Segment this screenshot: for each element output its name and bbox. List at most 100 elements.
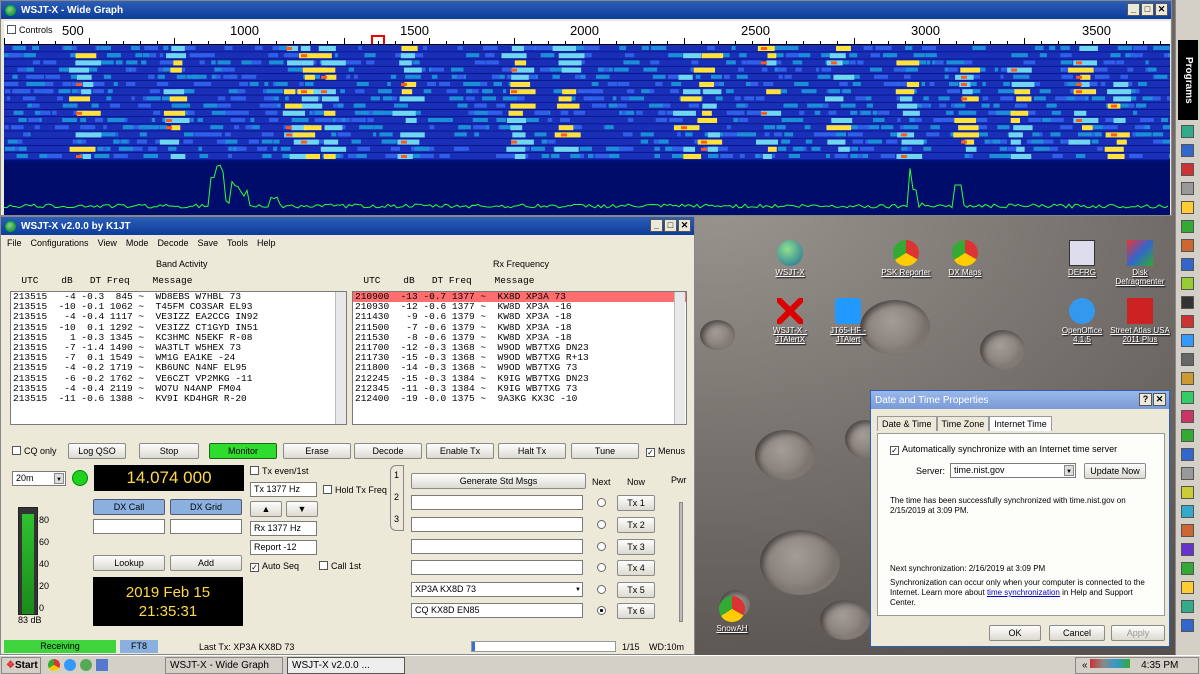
waterfall[interactable] xyxy=(4,45,1170,215)
update-now-button[interactable]: Update Now xyxy=(1084,463,1146,479)
band-select[interactable]: 20m ▼ xyxy=(12,471,66,486)
maximize-button[interactable]: □ xyxy=(664,219,677,232)
tx-2-button[interactable]: Tx 2 xyxy=(617,517,655,533)
quick-launch-icon[interactable] xyxy=(1181,543,1194,556)
rx-freq-spinbox[interactable]: Rx 1377 Hz xyxy=(250,521,317,536)
tray-icons[interactable] xyxy=(1090,659,1131,668)
tab-3[interactable]: 3 xyxy=(394,514,399,524)
power-slider[interactable] xyxy=(679,502,683,622)
chrome-icon[interactable] xyxy=(48,659,60,671)
band-activity-list[interactable]: 213515 -4 -0.3 845 ~ WD8EBS W7HBL 73 2135… xyxy=(10,291,347,425)
quick-launch-icon[interactable] xyxy=(1181,334,1194,347)
call-1st-checkbox[interactable]: Call 1st xyxy=(319,561,361,571)
menu-view[interactable]: View xyxy=(98,238,117,248)
quick-launch-icon[interactable] xyxy=(1181,144,1194,157)
tx-next-radio[interactable] xyxy=(597,520,606,529)
minimize-button[interactable]: _ xyxy=(650,219,663,232)
quick-launch-icon[interactable] xyxy=(1181,600,1194,613)
menu-file[interactable]: File xyxy=(7,238,22,248)
quick-launch-icon[interactable] xyxy=(1181,201,1194,214)
quick-launch-icon[interactable] xyxy=(1181,429,1194,442)
cq-only-checkbox[interactable]: CQ only xyxy=(12,446,57,456)
tab-2[interactable]: 2 xyxy=(394,492,399,502)
lookup-button[interactable]: Lookup xyxy=(93,555,165,571)
tx-freq-spinbox[interactable]: Tx 1377 Hz xyxy=(250,482,317,497)
tx-3-button[interactable]: Tx 3 xyxy=(617,539,655,555)
quick-launch-icon[interactable] xyxy=(1181,467,1194,480)
quick-launch-icon[interactable] xyxy=(1181,372,1194,385)
quick-launch-icon[interactable] xyxy=(1181,448,1194,461)
auto-seq-checkbox[interactable]: ✓ Auto Seq xyxy=(250,561,299,572)
down-arrow-button[interactable]: ▼ xyxy=(286,501,318,517)
desktop-icon[interactable] xyxy=(96,659,108,671)
quick-launch-icon[interactable] xyxy=(1181,581,1194,594)
menu-tools[interactable]: Tools xyxy=(227,238,248,248)
desktop-icon-dx-maps[interactable]: DX Maps xyxy=(935,240,995,277)
desktop-icon-psk-reporter[interactable]: PSK Reporter xyxy=(876,240,936,277)
dialog-titlebar[interactable]: Date and Time Properties ? ✕ xyxy=(871,391,1169,409)
list-item[interactable]: 211800 -14 -0.3 1368 ~ W9OD WB7TXG 73 xyxy=(353,363,686,373)
tx-message-4-input[interactable] xyxy=(411,560,583,575)
dx-grid-input[interactable] xyxy=(170,519,242,534)
quick-launch-icon[interactable] xyxy=(1181,220,1194,233)
close-button[interactable]: ✕ xyxy=(1155,3,1168,16)
quick-launch-icon[interactable] xyxy=(1181,163,1194,176)
desktop-icon-jt65hf[interactable]: JT65-HF - JTAlert xyxy=(818,298,878,344)
generate-std-msgs-button[interactable]: Generate Std Msgs xyxy=(411,473,586,489)
tx-6-button[interactable]: Tx 6 xyxy=(617,603,655,619)
tab-date-time[interactable]: Date & Time xyxy=(877,416,937,431)
quick-launch-icon[interactable] xyxy=(1181,315,1194,328)
menu-save[interactable]: Save xyxy=(197,238,218,248)
decode-button[interactable]: Decode xyxy=(354,443,422,459)
ok-button[interactable]: OK xyxy=(989,625,1041,641)
monitor-button[interactable]: Monitor xyxy=(209,443,277,459)
frequency-ruler[interactable]: Controls 500 1000 1500 2000 2500 3000 35… xyxy=(4,21,1170,45)
erase-button[interactable]: Erase xyxy=(283,443,351,459)
list-item[interactable]: 212400 -19 -0.0 1375 ~ 9A3KG KX3C -10 xyxy=(353,393,686,404)
quick-launch-icon[interactable] xyxy=(1181,562,1194,575)
wide-graph-titlebar[interactable]: WSJT-X - Wide Graph _ □ ✕ xyxy=(1,1,1171,19)
quick-launch-icon[interactable] xyxy=(1181,277,1194,290)
dialog-close-button[interactable]: ✕ xyxy=(1153,393,1166,406)
quick-launch-icon[interactable] xyxy=(1181,353,1194,366)
server-select[interactable]: time.nist.gov ▼ xyxy=(950,463,1076,478)
quick-launch-icon[interactable] xyxy=(1181,125,1194,138)
hold-tx-freq-checkbox[interactable]: Hold Tx Freq xyxy=(323,485,387,495)
menu-help[interactable]: Help xyxy=(257,238,276,248)
tx-message-3-input[interactable] xyxy=(411,539,583,554)
auto-sync-checkbox[interactable]: ✓ Automatically synchronize with an Inter… xyxy=(890,444,1117,455)
rx-frequency-scrollbar[interactable] xyxy=(674,292,685,424)
desktop-icon-street-atlas[interactable]: Street Atlas USA 2011 Plus xyxy=(1110,298,1170,344)
rx-frequency-list[interactable]: 210900 -13 -0.7 1377 ~ KX8D XP3A 73 21093… xyxy=(352,291,687,425)
quick-launch-icon[interactable] xyxy=(1181,619,1194,632)
quick-launch-icon[interactable] xyxy=(1181,258,1194,271)
quick-launch-icon[interactable] xyxy=(1181,239,1194,252)
desktop-icon-defrg[interactable]: DEFRG xyxy=(1052,240,1112,277)
up-arrow-button[interactable]: ▲ xyxy=(250,501,282,517)
band-activity-scrollbar[interactable] xyxy=(335,292,346,424)
report-spinbox[interactable]: Report -12 xyxy=(250,540,317,555)
taskbar-item-wide-graph[interactable]: WSJT-X - Wide Graph xyxy=(165,657,283,674)
apply-button[interactable]: Apply xyxy=(1111,625,1165,641)
message-tabs[interactable]: 1 2 3 xyxy=(390,465,404,531)
list-item[interactable]: 213515 -11 -0.6 1388 ~ KV9I KD4HGR R-20 xyxy=(11,393,346,404)
close-button[interactable]: ✕ xyxy=(678,219,691,232)
programs-label[interactable]: Programs xyxy=(1178,40,1198,120)
quick-launch-icon[interactable] xyxy=(1181,182,1194,195)
enable-tx-button[interactable]: Enable Tx xyxy=(426,443,494,459)
list-item[interactable]: 213515 -4 -0.2 1719 ~ KB6UNC N4NF EL95 xyxy=(11,363,346,373)
media-icon[interactable] xyxy=(80,659,92,671)
menu-decode[interactable]: Decode xyxy=(157,238,188,248)
log-qso-button[interactable]: Log QSO xyxy=(68,443,126,459)
minimize-button[interactable]: _ xyxy=(1127,3,1140,16)
ie-icon[interactable] xyxy=(64,659,76,671)
tx-message-5-input[interactable]: XP3A KX8D 73 ▼ xyxy=(411,582,583,597)
cancel-button[interactable]: Cancel xyxy=(1049,625,1105,641)
tx-4-button[interactable]: Tx 4 xyxy=(617,560,655,576)
tray-arrow-icon[interactable]: « xyxy=(1082,660,1088,671)
quick-launch-icon[interactable] xyxy=(1181,486,1194,499)
quick-launch-icon[interactable] xyxy=(1181,391,1194,404)
tx-next-radio[interactable] xyxy=(597,542,606,551)
maximize-button[interactable]: □ xyxy=(1141,3,1154,16)
quick-launch-icon[interactable] xyxy=(1181,410,1194,423)
